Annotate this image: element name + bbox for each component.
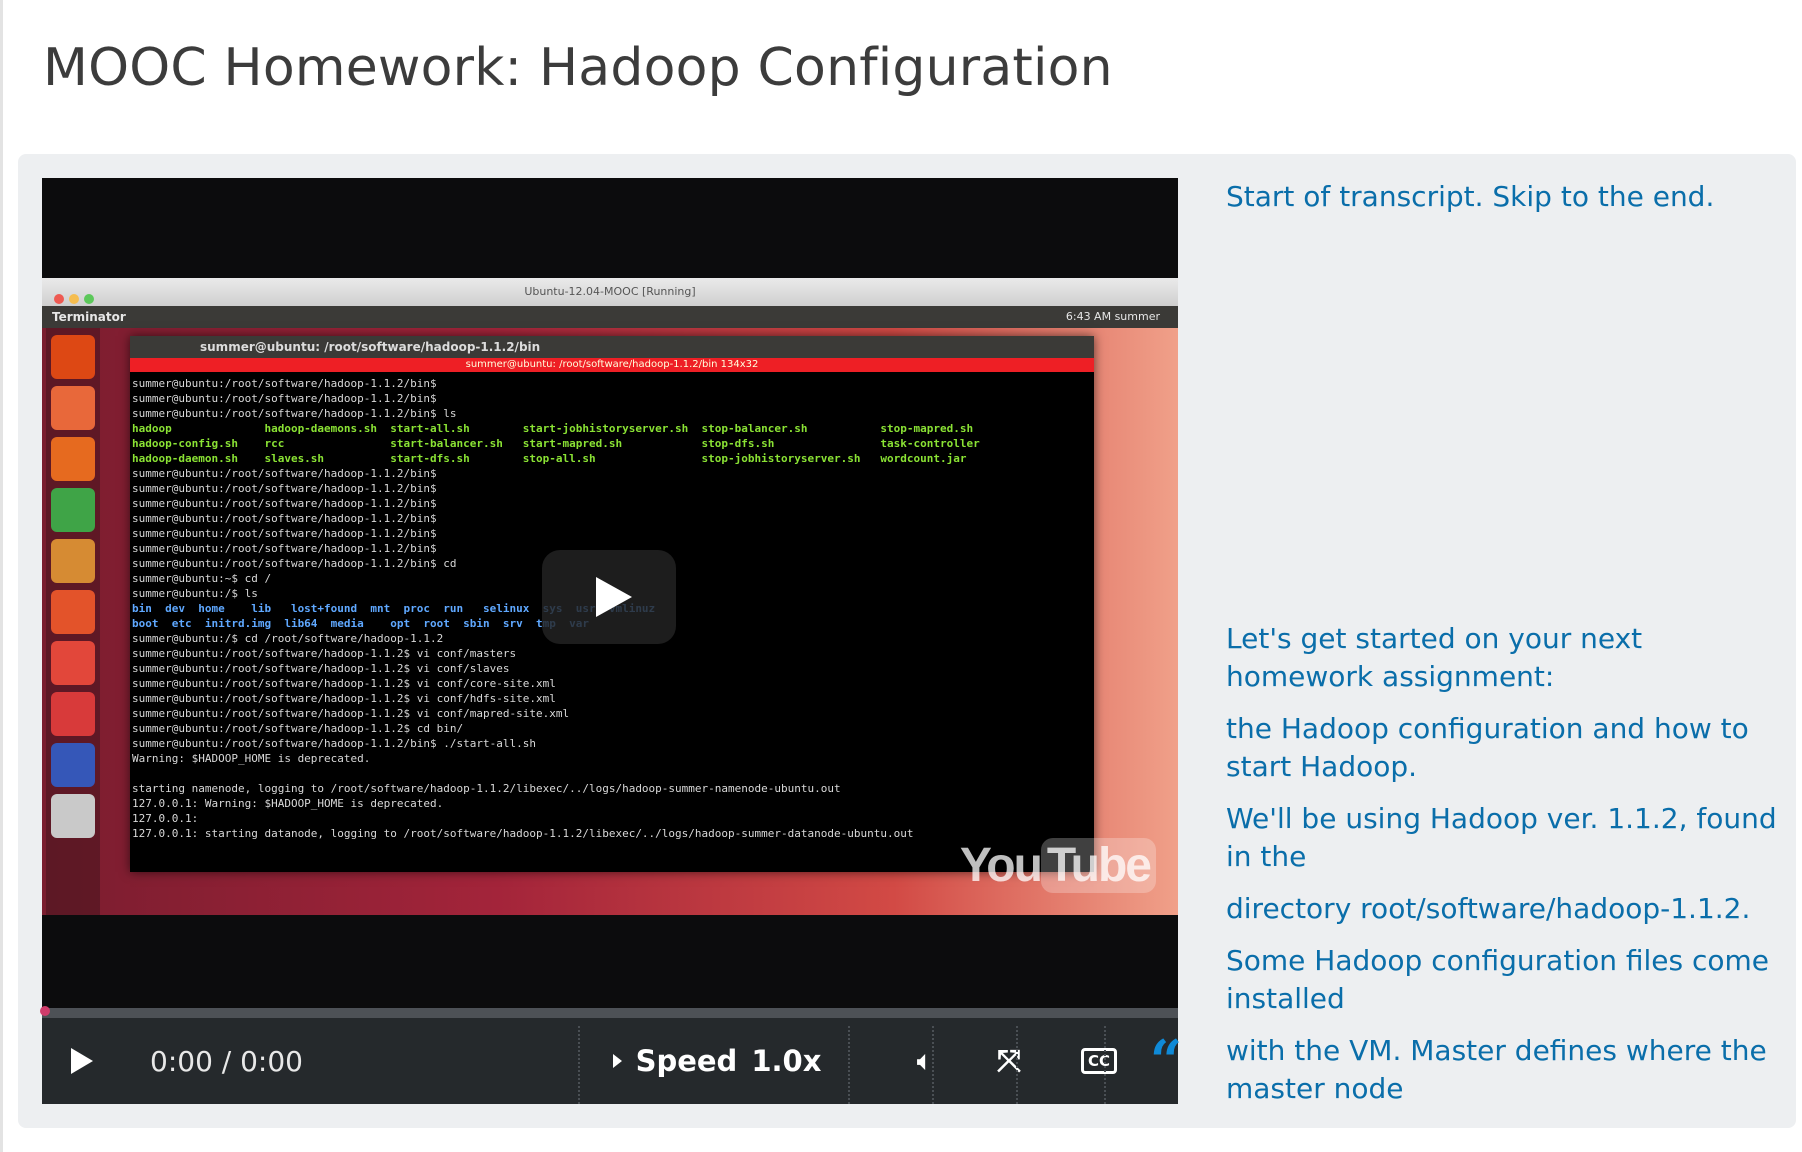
youtube-logo: You Tube [960, 838, 1156, 893]
transcript-skip-link[interactable]: Start of transcript. Skip to the end. [1226, 178, 1714, 216]
impress-icon [51, 539, 95, 583]
terminal-line: summer@ubuntu:/root/software/hadoop-1.1.… [132, 662, 510, 675]
terminal-line: summer@ubuntu:/root/software/hadoop-1.1.… [132, 377, 437, 390]
terminal-line: 127.0.0.1: starting datanode, logging to… [132, 827, 914, 840]
terminal-line: hadoop-config.sh rcc start-balancer.sh s… [132, 437, 980, 450]
play-button[interactable] [62, 1018, 102, 1104]
volume-button[interactable]: 🔈︎ [890, 1018, 960, 1104]
transcript-lines: Let's get started on your next homework … [1226, 620, 1786, 1104]
captions-button[interactable]: CC [1058, 1018, 1140, 1104]
ubuntu-one-icon [51, 641, 95, 685]
terminal-line: summer@ubuntu:/root/software/hadoop-1.1.… [132, 407, 457, 420]
cc-icon: CC [1080, 1048, 1118, 1074]
terminal-line: hadoop hadoop-daemons.sh start-all.sh st… [132, 422, 974, 435]
volume-icon: 🔈︎ [916, 1044, 934, 1077]
terminal-line: summer@ubuntu:/root/software/hadoop-1.1.… [132, 497, 437, 510]
quote-icon: “ [1149, 1028, 1183, 1094]
terminal-line: summer@ubuntu:/root/software/hadoop-1.1.… [132, 512, 437, 525]
terminal-titlebar: summer@ubuntu: /root/software/hadoop-1.1… [130, 336, 1094, 358]
terminal-line: summer@ubuntu:/root/software/hadoop-1.1.… [132, 527, 437, 540]
speed-label: Speed [635, 1044, 738, 1078]
terminal-line: summer@ubuntu:/root/software/hadoop-1.1.… [132, 692, 556, 705]
control-divider [578, 1026, 581, 1104]
settings-icon [51, 692, 95, 736]
terminal-line: summer@ubuntu:/root/software/hadoop-1.1.… [132, 392, 437, 405]
dash-icon [51, 335, 95, 379]
video-time: 0:00 / 0:00 [150, 1044, 303, 1078]
speed-button[interactable]: Speed 1.0x [612, 1018, 821, 1104]
ubuntu-topbar: Terminator 6:43 AM summer [42, 306, 1178, 328]
video-controls: 0:00 / 0:00 Speed 1.0x 🔈︎ ⤧ CC “ [42, 1018, 1182, 1104]
terminal-line: summer@ubuntu:/root/software/hadoop-1.1.… [132, 707, 570, 720]
caret-right-icon [612, 1054, 622, 1068]
vm-title: Ubuntu-12.04-MOOC [Running] [524, 285, 696, 298]
terminal-subtitle: summer@ubuntu: /root/software/hadoop-1.1… [130, 358, 1094, 372]
transcript-line[interactable]: the Hadoop configuration and how to star… [1226, 710, 1786, 786]
terminal-line: 127.0.0.1: [132, 812, 199, 825]
control-divider [1104, 1026, 1107, 1104]
left-border [0, 0, 3, 1152]
transcript-toggle-button[interactable]: “ [1138, 1018, 1194, 1104]
video-player[interactable]: Ubuntu-12.04-MOOC [Running] Terminator 6… [40, 178, 1182, 1104]
transcript-line[interactable]: directory root/software/hadoop-1.1.2. [1226, 890, 1786, 928]
topbar-app-name: Terminator [52, 310, 126, 324]
terminal-icon [51, 794, 95, 838]
terminal-line: summer@ubuntu:/root/software/hadoop-1.1.… [132, 722, 464, 735]
control-divider [848, 1026, 851, 1104]
transcript-line[interactable]: Some Hadoop configuration files come ins… [1226, 942, 1786, 1018]
progress-slider[interactable] [42, 1008, 1178, 1018]
topbar-status: 6:43 AM summer [1065, 310, 1160, 323]
transcript-line[interactable]: Let's get started on your next homework … [1226, 620, 1786, 696]
terminal-line: hadoop-daemon.sh slaves.sh start-dfs.sh … [132, 452, 967, 465]
terminal-line: summer@ubuntu:/root/software/hadoop-1.1.… [132, 737, 536, 750]
fullscreen-button[interactable]: ⤧ [974, 1018, 1044, 1104]
eclipse-icon [51, 743, 95, 787]
big-play-button[interactable] [542, 550, 676, 644]
software-center-icon [51, 590, 95, 634]
transcript-line[interactable]: with the VM. Master defines where the ma… [1226, 1032, 1786, 1104]
terminal-line: Warning: $HADOOP_HOME is deprecated. [132, 752, 371, 765]
control-divider [1016, 1026, 1019, 1104]
terminal-line: summer@ubuntu:/root/software/hadoop-1.1.… [132, 647, 517, 660]
firefox-icon [51, 437, 95, 481]
files-icon [51, 386, 95, 430]
terminal-line: 127.0.0.1: Warning: $HADOOP_HOME is depr… [132, 797, 444, 810]
ubuntu-launcher [46, 328, 100, 915]
terminal-line: summer@ubuntu:/root/software/hadoop-1.1.… [132, 467, 437, 480]
progress-handle[interactable] [40, 1006, 50, 1016]
terminal-line: summer@ubuntu:/root/software/hadoop-1.1.… [132, 677, 556, 690]
transcript-line[interactable]: We'll be using Hadoop ver. 1.1.2, found … [1226, 800, 1786, 876]
transcript-panel: Start of transcript. Skip to the end. Le… [1226, 174, 1786, 1104]
play-icon [71, 1048, 93, 1074]
speed-value: 1.0x [751, 1044, 822, 1078]
vm-titlebar: Ubuntu-12.04-MOOC [Running] [42, 278, 1178, 306]
terminal-line: starting namenode, logging to /root/soft… [132, 782, 841, 795]
calc-icon [51, 488, 95, 532]
page-title: MOOC Homework: Hadoop Configuration [43, 38, 1113, 98]
terminal-line: summer@ubuntu:/root/software/hadoop-1.1.… [132, 482, 437, 495]
control-divider [932, 1026, 935, 1104]
